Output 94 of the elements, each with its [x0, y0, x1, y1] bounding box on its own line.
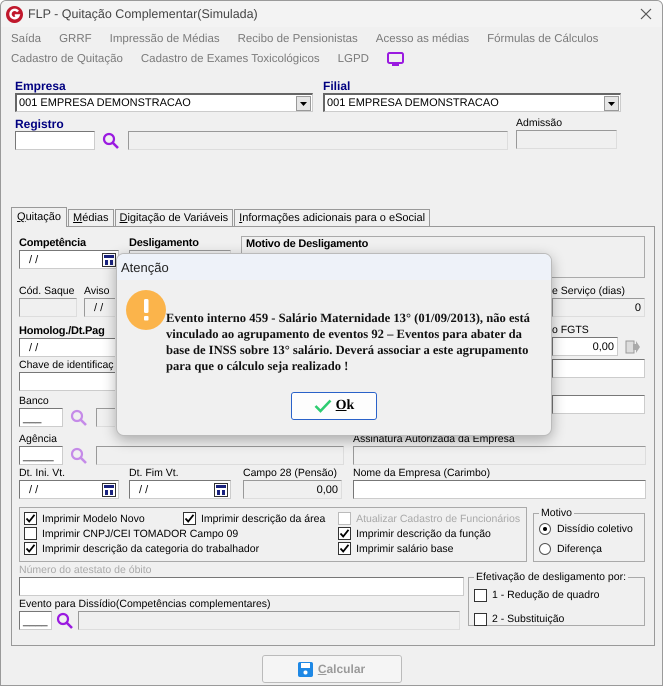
date-field[interactable]: / / [84, 298, 115, 317]
app-logo-icon [6, 6, 23, 22]
radio-button[interactable] [539, 523, 551, 535]
save-icon [298, 662, 313, 676]
menu-item[interactable]: GRRF [59, 33, 92, 45]
field-label: Dt. Fim Vt. [129, 467, 180, 480]
calendar-icon[interactable] [102, 482, 116, 496]
campo28-field: 0,00 [243, 480, 342, 499]
nome-empresa-field[interactable] [353, 480, 646, 499]
checkbox-label: 2 - Substituição [492, 613, 564, 625]
caret-icon[interactable] [296, 96, 311, 110]
tab[interactable]: Quitação [11, 207, 68, 227]
ok-button[interactable]: Ok [291, 392, 377, 420]
checkbox[interactable] [183, 512, 196, 525]
text-field[interactable] [552, 359, 645, 378]
date-field[interactable]: / / [19, 250, 119, 269]
registro-field[interactable] [15, 131, 95, 150]
checkbox[interactable] [338, 542, 352, 555]
radio-label: Dissídio coletivo [557, 523, 633, 535]
field-label: Nome da Empresa (Carimbo) [353, 467, 492, 480]
checkbox-label: Imprimir descrição da função [356, 528, 491, 540]
field-label: Empresa [15, 79, 67, 93]
menu-item[interactable]: Acesso as médias [376, 33, 470, 45]
field-label: Dt. Ini. Vt. [19, 467, 66, 480]
checkbox[interactable] [338, 527, 352, 540]
group-label: Motivo [540, 507, 573, 519]
calendar-icon[interactable] [214, 482, 228, 496]
field-label: Chave de identificaç [19, 359, 115, 372]
checkbox-label: Imprimir Modelo Novo [42, 512, 145, 524]
monitor-icon[interactable] [386, 52, 404, 66]
calendar-icon[interactable] [102, 252, 116, 266]
date-field[interactable]: / / [19, 480, 119, 499]
field-label: Número do atestato de óbito [19, 564, 152, 576]
close-icon[interactable] [640, 8, 652, 20]
menu-item[interactable]: Saída [11, 33, 42, 45]
field-label: Aviso [84, 285, 110, 298]
checkbox-label: 1 - Redução de quadro [492, 589, 600, 601]
window-title: FLP - Quitação Complementar(Simulada) [28, 7, 258, 21]
chave-field[interactable] [19, 372, 115, 391]
warning-icon [126, 290, 166, 330]
filial-dropdown[interactable]: 001 EMPRESA DEMONSTRACAO [323, 93, 621, 112]
group-label: Efetivação de desligamento por: [475, 571, 628, 583]
field-label: Campo 28 (Pensão) [243, 467, 338, 480]
menu-item[interactable]: LGPD [338, 53, 369, 65]
field-label: Homolog./Dt.Pag [19, 324, 106, 338]
field-label: Competência [19, 236, 88, 250]
field-label: Admissão [516, 117, 562, 129]
checkbox[interactable] [24, 512, 37, 525]
search-icon[interactable] [56, 612, 74, 630]
group-label: Motivo de Desligamento [246, 238, 368, 250]
field-label: e Serviço (dias) [552, 285, 626, 298]
checkbox-label: Imprimir descrição da categoria do trabalhador [42, 542, 260, 554]
menu-item[interactable]: Impressão de Médias [110, 33, 220, 45]
tab[interactable]: Informações adicionais para o eSocial [234, 209, 430, 226]
empresa-dropdown[interactable]: 001 EMPRESA DEMONSTRACAO [15, 93, 313, 112]
radio-label: Diferença [557, 543, 602, 555]
dialog-message: Evento interno 459 - Salário Maternidade 13° (01/09/2013), não está vinculado ao agrupamento de eventos 92 – Eventos para abater da base de INSS sobre 13° salário. Deverá associar a este agrupamento para que o cálculo seja realizado ! [166, 310, 531, 374]
checkbox[interactable] [474, 588, 487, 602]
tab[interactable]: Médias [68, 209, 114, 226]
menu-item[interactable]: Cadastro de Exames Toxicológicos [140, 53, 320, 65]
tab[interactable]: Digitação de Variáveis [114, 209, 234, 226]
menu-item[interactable]: Fórmulas de Cálculos [487, 33, 598, 45]
checkbox-label: Atualizar Cadastro de Funcionários [356, 512, 520, 524]
menu-item[interactable]: Recibo de Pensionistas [238, 33, 358, 45]
field-label: Agência [19, 433, 58, 446]
tempo-servico-field: 0 [552, 298, 645, 317]
agencia-field[interactable]: _____ [19, 446, 63, 465]
atestado-field[interactable] [19, 577, 464, 596]
search-icon[interactable] [102, 132, 120, 150]
menu-item[interactable]: Cadastro de Quitação [11, 53, 123, 65]
cod-saque-field [19, 298, 77, 317]
dialog-title: Atenção [121, 260, 169, 274]
checkbox-label: Imprimir CNPJ/CEI TOMADOR Campo 09 [42, 528, 238, 540]
evento-field[interactable]: ____ [19, 611, 52, 630]
caret-icon[interactable] [604, 96, 619, 110]
checkbox-label: Imprimir descrição da área [201, 512, 326, 524]
checkbox[interactable] [474, 612, 487, 626]
field-label: Desligamento [129, 236, 200, 250]
checkbox-label: Imprimir salário base [356, 542, 454, 554]
checkbox[interactable] [24, 527, 37, 540]
field-label: Filial [323, 79, 352, 93]
field-label: Evento para Dissídio(Competências complementares) [19, 598, 272, 611]
banco-field[interactable]: ___ [19, 408, 63, 427]
radio-button[interactable] [539, 543, 551, 555]
field-label: Registro [15, 117, 64, 131]
field-label: Banco [19, 395, 50, 408]
fgts-field[interactable]: 0,00 [552, 337, 618, 356]
date-field[interactable]: / / [129, 480, 231, 499]
date-field[interactable]: / / [19, 338, 115, 357]
checkbox[interactable] [24, 542, 37, 555]
text-field[interactable] [552, 395, 645, 414]
field-label: o FGTS [552, 324, 590, 337]
field-label: Cód. Saque [19, 285, 76, 298]
check-icon [314, 399, 332, 413]
